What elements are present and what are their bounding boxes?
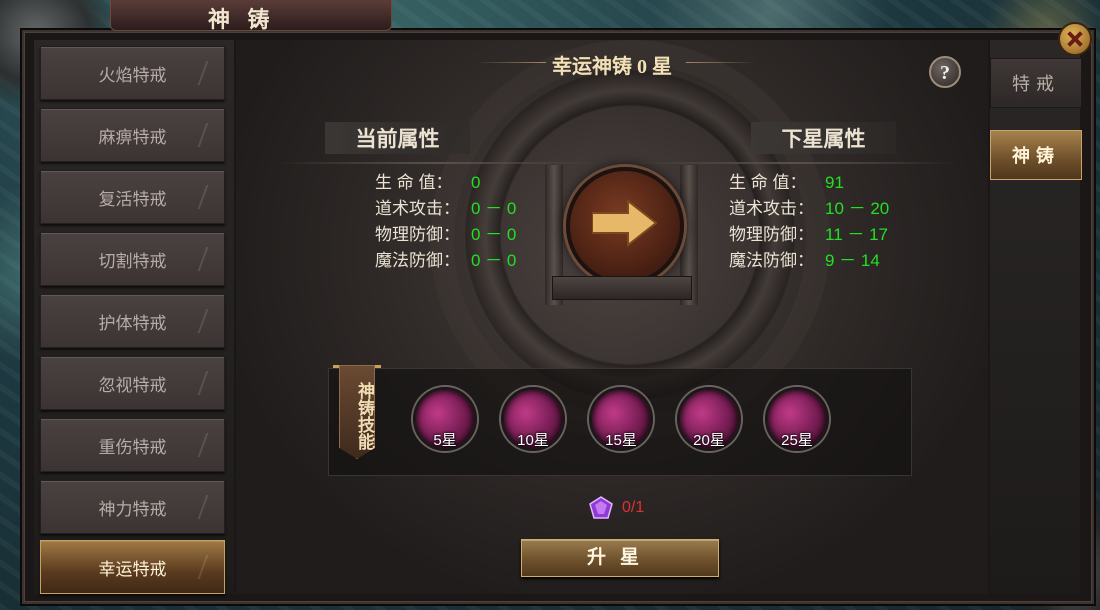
attribute-value: 9 － 14 xyxy=(825,251,880,270)
header-divider-left xyxy=(276,162,606,164)
forge-skills-banner: 神铸技能 xyxy=(339,365,375,459)
attribute-value: 0 － 0 xyxy=(471,251,517,270)
current-attributes-list: 生 命 值： 0 道术攻击： 0 － 0 物理防御： 0 － 0 魔法防御： 0 － 0 xyxy=(375,170,516,274)
attribute-value: 11 － 17 xyxy=(825,225,889,244)
attribute-label: 道术攻击： xyxy=(375,199,460,218)
sidebar-item-heavy-wound-ring[interactable]: 重伤特戒 xyxy=(40,418,225,472)
sidebar: 火焰特戒 麻痹特戒 复活特戒 切割特戒 护体特戒 忽视特戒 重伤特戒 神力特戒 … xyxy=(34,40,234,594)
upgrade-star-button[interactable]: 升星 xyxy=(521,539,719,577)
sidebar-item-revive-ring[interactable]: 复活特戒 xyxy=(40,170,225,224)
sidebar-item-flame-ring[interactable]: 火焰特戒 xyxy=(40,46,225,100)
attribute-row: 道术攻击： 10 － 20 xyxy=(729,196,889,222)
attribute-label: 物理防御： xyxy=(375,225,460,244)
sidebar-item-ignore-ring[interactable]: 忽视特戒 xyxy=(40,356,225,410)
tab-special-ring[interactable]: 特戒 xyxy=(990,58,1082,108)
attribute-row: 物理防御： 0 － 0 xyxy=(375,222,516,248)
upgrade-arrow-emblem xyxy=(566,167,684,285)
skill-slot-label: 10星 xyxy=(517,432,549,449)
attribute-label: 道术攻击： xyxy=(729,199,814,218)
sidebar-item-protect-ring[interactable]: 护体特戒 xyxy=(40,294,225,348)
main-panel: 幸运神铸 0 星 ? 当前属性 下星属性 生 命 值： 0 道术攻击： 0 － 0 … xyxy=(236,40,988,594)
attribute-label: 物理防御： xyxy=(729,225,814,244)
cost-count: 0/1 xyxy=(622,499,645,516)
attribute-value: 0 xyxy=(471,173,481,192)
sidebar-item-divine-power-ring[interactable]: 神力特戒 xyxy=(40,480,225,534)
attribute-row: 生 命 值： 91 xyxy=(729,170,889,196)
sidebar-item-lucky-ring[interactable]: 幸运特戒 xyxy=(40,540,225,594)
close-button[interactable] xyxy=(1058,22,1092,56)
attribute-row: 道术攻击： 0 － 0 xyxy=(375,196,516,222)
attribute-label: 生 命 值： xyxy=(375,173,453,192)
attribute-row: 魔法防御： 0 － 0 xyxy=(375,248,516,274)
next-star-attributes-header: 下星属性 xyxy=(751,122,896,154)
attribute-value: 0 － 0 xyxy=(471,199,517,218)
attribute-row: 生 命 值： 0 xyxy=(375,170,516,196)
forge-skills-panel: 神铸技能 5星 10星 15星 20星 25星 xyxy=(328,365,912,476)
next-star-attributes-list: 生 命 值： 91 道术攻击： 10 － 20 物理防御： 11 － 17 魔法防御：… xyxy=(729,170,889,274)
purple-gem-icon xyxy=(588,496,614,520)
tab-divine-forge[interactable]: 神铸 xyxy=(990,130,1082,180)
arrow-pedestal xyxy=(552,276,692,300)
attribute-label: 魔法防御： xyxy=(729,251,814,270)
skill-slot-label: 5星 xyxy=(433,432,457,449)
arrow-right-icon xyxy=(592,199,658,247)
current-attributes-header: 当前属性 xyxy=(325,122,470,154)
skill-slot-label: 15星 xyxy=(605,432,637,449)
attribute-row: 物理防御： 11 － 17 xyxy=(729,222,889,248)
attribute-value: 91 xyxy=(825,173,844,192)
header-divider-right xyxy=(626,162,956,164)
upgrade-cost: 0/1 xyxy=(588,496,644,520)
window-title: 神 铸 xyxy=(208,7,276,32)
sidebar-item-cut-ring[interactable]: 切割特戒 xyxy=(40,232,225,286)
attribute-value: 0 － 0 xyxy=(471,225,517,244)
attribute-value: 10 － 20 xyxy=(825,199,890,218)
help-button[interactable]: ? xyxy=(929,56,961,88)
skill-slot-label: 20星 xyxy=(693,432,725,449)
sidebar-item-paralysis-ring[interactable]: 麻痹特戒 xyxy=(40,108,225,162)
right-tab-bar: 特戒 神铸 xyxy=(990,40,1082,594)
attribute-label: 生 命 值： xyxy=(729,173,807,192)
forge-title: 幸运神铸 0 星 xyxy=(552,56,672,78)
skill-slot-label: 25星 xyxy=(781,432,813,449)
attribute-label: 魔法防御： xyxy=(375,251,460,270)
attribute-row: 魔法防御： 9 － 14 xyxy=(729,248,889,274)
